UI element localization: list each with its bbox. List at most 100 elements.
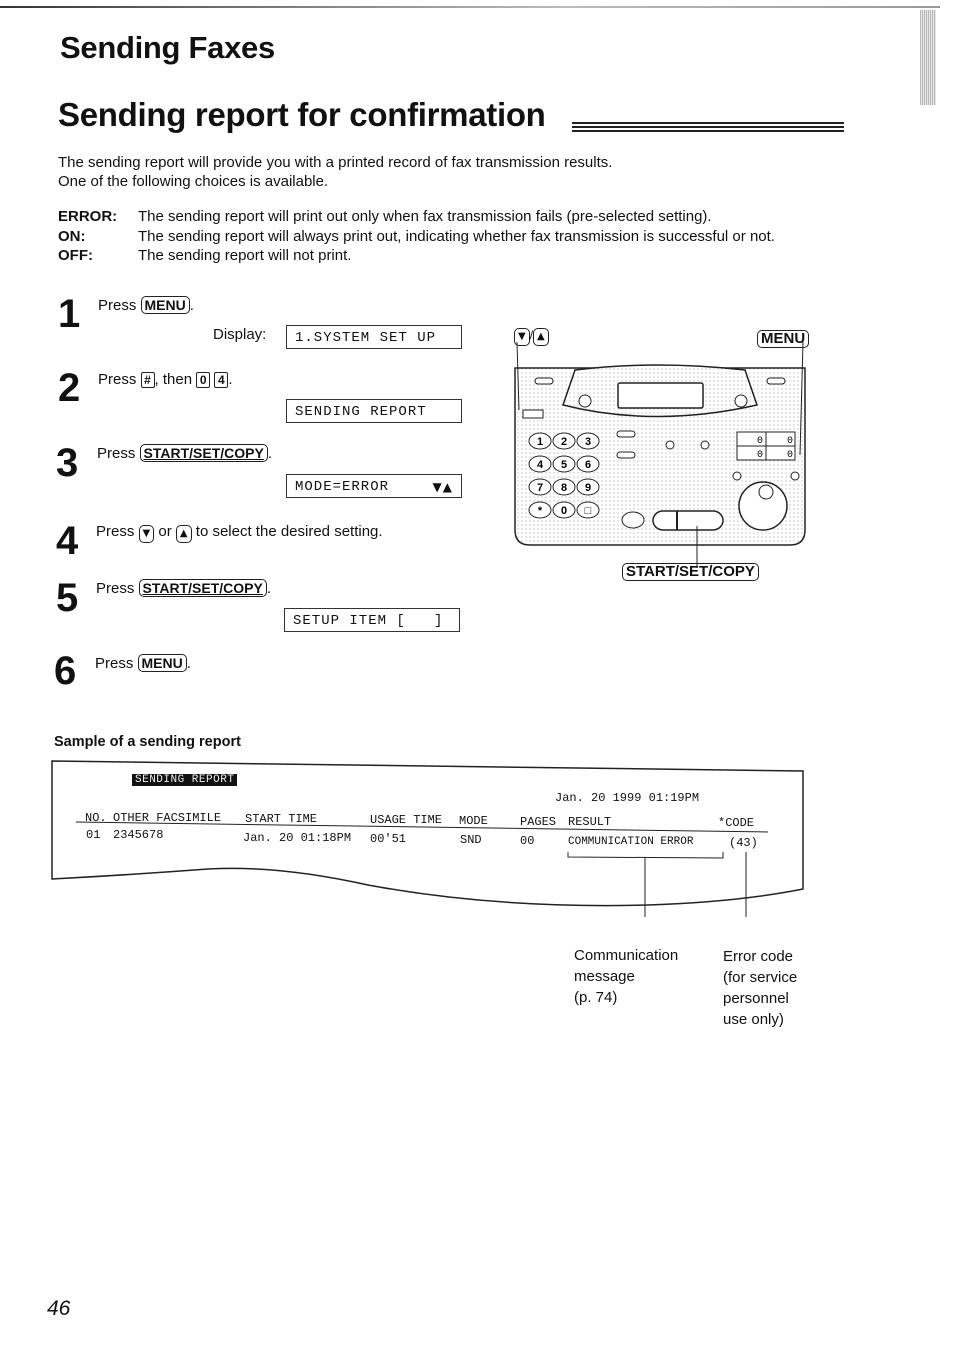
caption-line: use only)	[723, 1011, 784, 1028]
keypad-key-label: 2	[561, 436, 567, 448]
step-5-text: Press START/SET/COPY.	[96, 579, 271, 597]
start-set-copy-key: START/SET/COPY	[139, 444, 268, 462]
section-title: Sending Faxes	[60, 30, 275, 65]
step-text: .	[267, 445, 272, 462]
step-4-text: Press ▼ or ▲ to select the desired setti…	[96, 523, 383, 543]
col-mode: MODE	[459, 814, 488, 828]
step-number-5: 5	[56, 576, 79, 620]
col-other-facsimile: OTHER FACSIMILE	[113, 811, 222, 825]
page-title: Sending report for confirmation	[58, 96, 546, 133]
option-key: ERROR:	[58, 208, 118, 225]
callout-error-code: Error code (for service personnel use on…	[723, 946, 797, 1030]
callout-communication-message: Communication message (p. 74)	[574, 945, 678, 1008]
keypad-key-label: 8	[561, 482, 567, 494]
col-code: *CODE	[718, 816, 755, 830]
option-key: OFF:	[58, 247, 93, 264]
caption-line: (for service	[723, 969, 798, 986]
report-timestamp: Jan. 20 1999 01:19PM	[555, 791, 700, 805]
function-button	[616, 451, 636, 459]
counter-digit: 0	[787, 436, 793, 447]
counter-digit: 0	[757, 450, 763, 461]
step-number-1: 1	[58, 292, 81, 336]
option-key: ON:	[58, 228, 86, 245]
keypad-key-label: 7	[537, 482, 543, 494]
caption-line: Communication	[574, 947, 679, 964]
cell-code: (43)	[729, 836, 758, 850]
keypad-key-label: 9	[585, 482, 591, 494]
step-2-text: Press #, then 0 4.	[98, 371, 233, 388]
display-label: Display:	[213, 326, 267, 343]
step-text: Press	[96, 580, 135, 597]
intro-line-2: One of the following choices is availabl…	[58, 173, 329, 190]
menu-key: MENU	[140, 296, 190, 314]
step-number-2: 2	[58, 366, 81, 410]
indicator-light	[700, 440, 710, 450]
option-desc: The sending report will print out only w…	[138, 208, 712, 225]
indicator-light	[732, 471, 742, 481]
counter-digit: 0	[757, 436, 763, 447]
keypad-key-label: 6	[585, 459, 591, 471]
intro-line-1: The sending report will provide you with…	[58, 154, 613, 171]
small-button	[766, 377, 786, 385]
digit-key-4: 4	[214, 372, 229, 388]
up-key: ▲	[175, 525, 192, 543]
col-result: RESULT	[568, 815, 612, 829]
caption-line: personnel	[723, 990, 789, 1007]
step-text: Press	[95, 655, 134, 672]
cell-pages: 00	[520, 834, 535, 848]
page-edge-shade	[920, 10, 936, 105]
fax-control-panel-diagram: 1 2 3 4 5 6 7 8 9 * 0 □ 0 0 0 0	[514, 341, 806, 568]
small-button	[534, 377, 554, 385]
lcd-display-3: MODE=ERROR ▼▲	[286, 474, 462, 498]
report-title: SENDING REPORT	[132, 774, 238, 786]
col-pages: PAGES	[520, 815, 557, 829]
keypad-key-label: 5	[561, 459, 567, 471]
keypad-key-label: *	[538, 505, 543, 517]
col-usage-time: USAGE TIME	[370, 813, 443, 827]
cell-other-facsimile: 2345678	[113, 828, 164, 842]
lcd-window	[617, 382, 704, 409]
caption-line: (p. 74)	[574, 989, 618, 1006]
step-text: .	[186, 655, 191, 672]
step-text: or	[158, 523, 172, 540]
counter-digit: 0	[787, 450, 793, 461]
lcd-text: MODE=ERROR	[295, 479, 390, 495]
step-number-3: 3	[56, 441, 79, 485]
keypad-key-label: 3	[585, 436, 591, 448]
step-text: Press	[98, 371, 137, 388]
step-text: .	[189, 297, 194, 314]
caption-line: Error code	[723, 948, 794, 965]
step-text: Press	[96, 523, 135, 540]
pause-button	[621, 511, 645, 529]
title-rule	[572, 122, 844, 134]
step-text: .	[266, 580, 271, 597]
step-3-text: Press START/SET/COPY.	[97, 444, 272, 462]
indicator-light	[734, 394, 748, 408]
lcd-display-1: 1.SYSTEM SET UP	[286, 325, 462, 349]
lcd-display-2: SENDING REPORT	[286, 399, 462, 423]
indicator-light	[578, 394, 592, 408]
intro-text: The sending report will provide you with…	[58, 153, 612, 191]
navigator-key	[522, 409, 544, 419]
hash-key: #	[140, 372, 155, 388]
option-desc: The sending report will not print.	[138, 247, 352, 264]
page-number: 46	[47, 1297, 71, 1320]
cell-no: 01	[86, 828, 101, 842]
lcd-display-5: SETUP ITEM [ ]	[284, 608, 460, 632]
step-number-6: 6	[54, 649, 77, 693]
step-text: to select the desired setting.	[195, 523, 383, 540]
menu-key: MENU	[137, 654, 187, 672]
cell-result: COMMUNICATION ERROR	[568, 836, 694, 848]
option-error: ERROR: The sending report will print out …	[58, 207, 712, 226]
top-rule	[0, 6, 940, 8]
step-text: Press	[97, 445, 136, 462]
step-1-text: Press MENU.	[98, 296, 194, 314]
start-set-copy-button	[652, 510, 724, 531]
digit-key-0: 0	[196, 372, 211, 388]
step-6-text: Press MENU.	[95, 654, 191, 672]
function-button	[616, 430, 636, 438]
cell-start-time: Jan. 20 01:18PM	[243, 831, 352, 845]
keypad-key-label: □	[585, 505, 592, 517]
keypad-key-label: 1	[537, 436, 543, 448]
step-text: .	[228, 371, 233, 388]
